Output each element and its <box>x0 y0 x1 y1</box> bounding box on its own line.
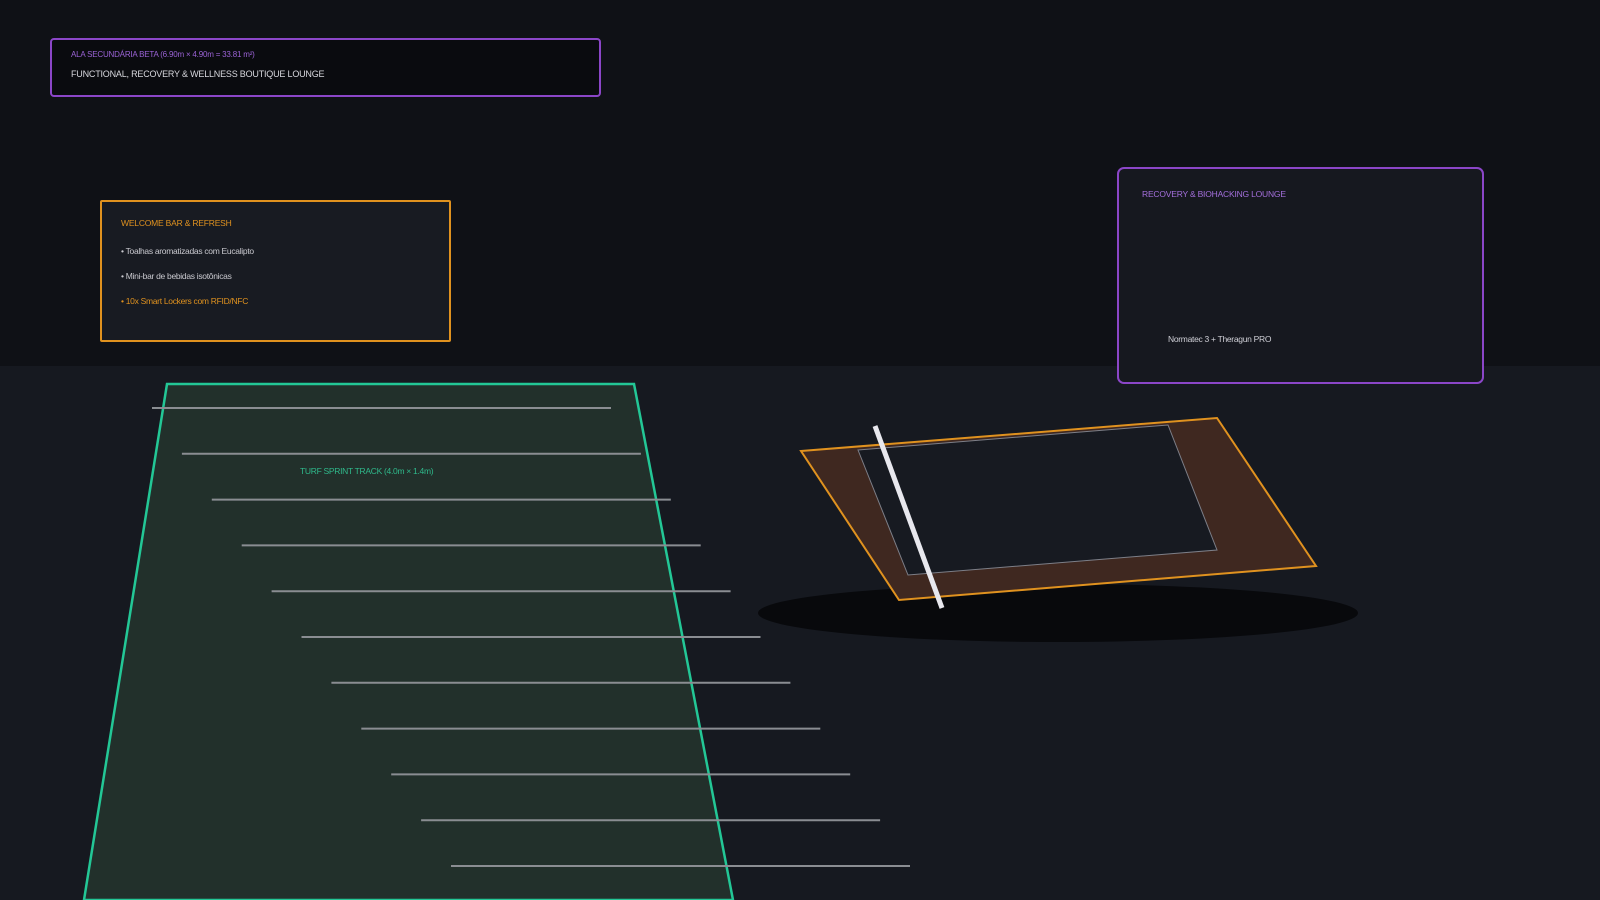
turf-track-label: TURF SPRINT TRACK (4.0m × 1.4m) <box>300 466 434 476</box>
welcome-bar-panel: WELCOME BAR & REFRESH • Toalhas aromatiz… <box>100 200 451 342</box>
welcome-item-lockers: • 10x Smart Lockers com RFID/NFC <box>121 296 249 306</box>
welcome-item-towels: • Toalhas aromatizadas com Eucalipto <box>121 246 254 256</box>
workout-mat <box>857 424 1218 576</box>
turf-sprint-track <box>82 382 735 900</box>
recovery-lounge-panel: RECOVERY & BIOHACKING LOUNGE Normatec 3 … <box>1117 167 1484 384</box>
recovery-device-label: Normatec 3 + Theragun PRO <box>1168 334 1272 344</box>
platform-shadow <box>758 584 1358 642</box>
floor-plan-scene <box>82 241 1402 900</box>
welcome-bar-title: WELCOME BAR & REFRESH <box>121 218 232 228</box>
zone-title: FUNCTIONAL, RECOVERY & WELLNESS BOUTIQUE… <box>71 69 325 79</box>
zone-dimensions-label: ALA SECUNDÁRIA BETA (6.90m × 4.90m = 33.… <box>71 50 255 59</box>
welcome-item-minibar: • Mini-bar de bebidas isotônicas <box>121 271 232 281</box>
zone-header-panel: ALA SECUNDÁRIA BETA (6.90m × 4.90m = 33.… <box>50 38 601 97</box>
recovery-lounge-title: RECOVERY & BIOHACKING LOUNGE <box>1142 189 1286 199</box>
